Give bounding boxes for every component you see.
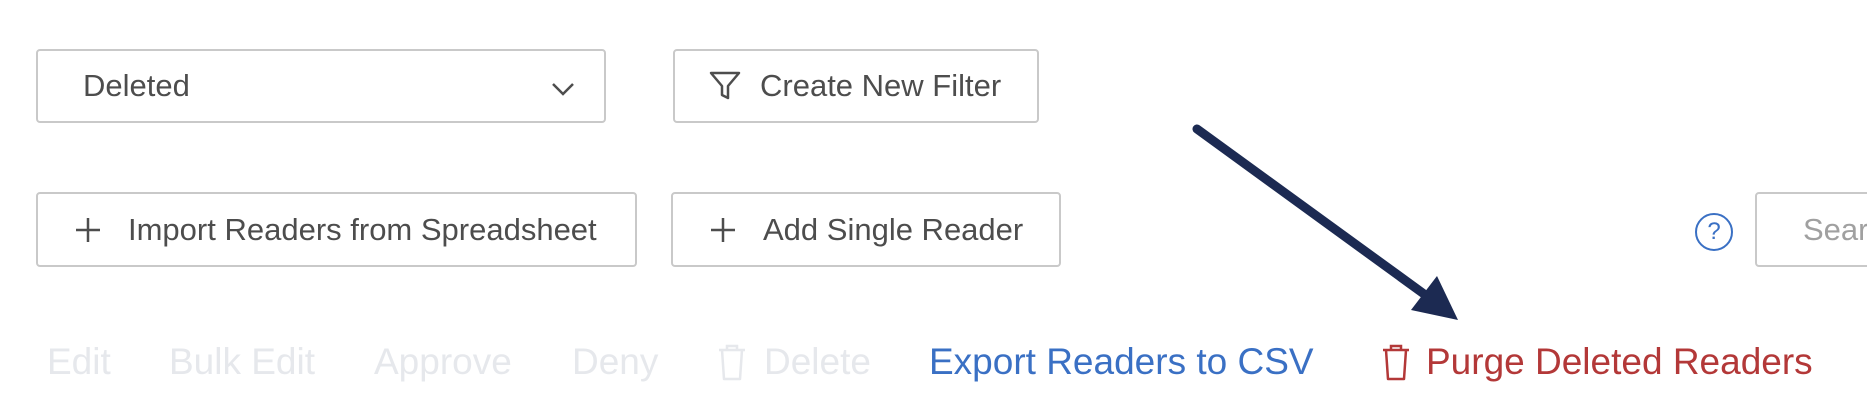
delete-action[interactable]: Delete: [716, 340, 871, 384]
chevron-down-icon: [552, 83, 574, 96]
funnel-icon: [709, 71, 741, 100]
add-single-reader-button[interactable]: Add Single Reader: [671, 192, 1061, 267]
plus-icon: [76, 217, 100, 242]
approve-action[interactable]: Approve: [374, 340, 512, 384]
import-readers-label: Import Readers from Spreadsheet: [128, 211, 597, 247]
add-single-reader-label: Add Single Reader: [763, 211, 1024, 247]
bulk-edit-action[interactable]: Bulk Edit: [169, 340, 315, 384]
status-filter-value: Deleted: [83, 68, 190, 103]
plus-icon: [711, 217, 735, 242]
create-new-filter-label: Create New Filter: [760, 68, 1002, 103]
status-filter-dropdown[interactable]: Deleted: [36, 49, 606, 123]
search-input[interactable]: [1755, 192, 1867, 267]
trash-icon: [1383, 344, 1409, 381]
purge-deleted-readers-label: Purge Deleted Readers: [1426, 341, 1813, 382]
edit-action[interactable]: Edit: [47, 340, 111, 384]
trash-icon: [719, 344, 745, 381]
deny-action[interactable]: Deny: [572, 340, 658, 384]
import-readers-button[interactable]: Import Readers from Spreadsheet: [36, 192, 637, 267]
help-circle-icon[interactable]: ?: [1695, 213, 1733, 251]
purge-deleted-readers-link[interactable]: Purge Deleted Readers: [1380, 340, 1813, 384]
create-new-filter-button[interactable]: Create New Filter: [673, 49, 1039, 123]
export-readers-csv-link[interactable]: Export Readers to CSV: [929, 340, 1314, 384]
delete-action-label: Delete: [764, 341, 871, 382]
